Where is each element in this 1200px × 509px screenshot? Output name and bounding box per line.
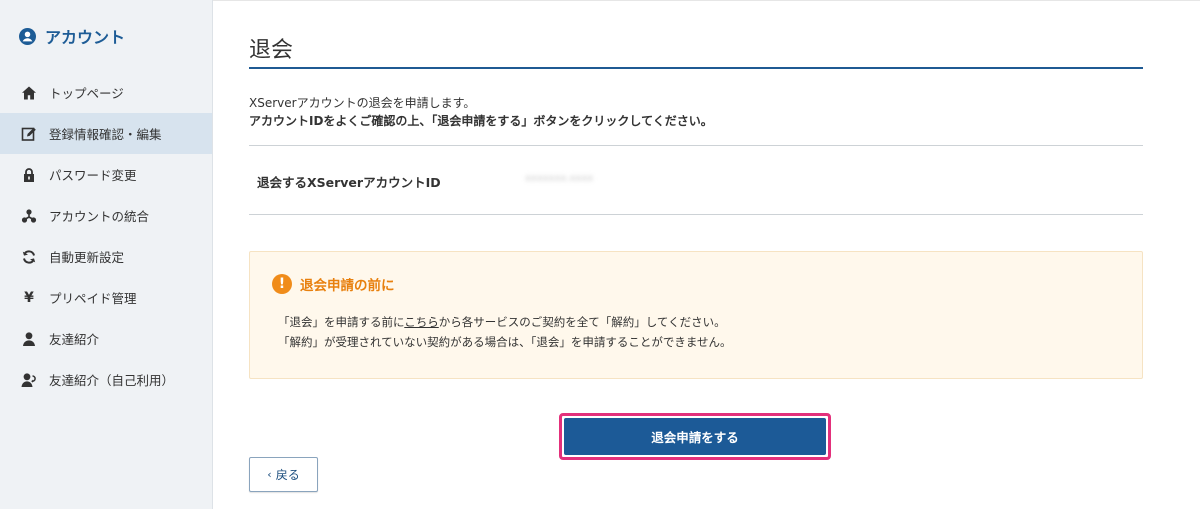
sidebar-item-label: 友達紹介（自己利用） [49, 373, 175, 388]
sidebar-item-label: アカウントの統合 [49, 209, 150, 224]
sidebar-item-auto-renew[interactable]: 自動更新設定 [0, 236, 212, 277]
sidebar: アカウント トップページ 登録情報確認・編集 パスワード変更 アカウントの統合 [0, 0, 213, 509]
sidebar-item-profile[interactable]: 登録情報確認・編集 [0, 113, 212, 154]
notice-body: 「退会」を申請する前にこちらから各サービスのご契約を全て「解約」してください。 … [278, 312, 732, 352]
main-content: 退会 XServerアカウントの退会を申請します。 アカウントIDをよくご確認の… [213, 0, 1200, 509]
user-return-icon [21, 372, 37, 388]
user-icon [21, 331, 37, 347]
account-id-row: 退会するXServerアカウントID xxxxxxx.xxxx [249, 145, 1143, 215]
notice-line-1-before: 「退会」を申請する前に [278, 315, 405, 329]
sidebar-item-label: 自動更新設定 [49, 250, 125, 265]
submit-highlight: 退会申請をする [559, 413, 831, 460]
sidebar-item-label: トップページ [49, 86, 124, 101]
refresh-icon [21, 249, 37, 265]
contracts-link[interactable]: こちら [404, 315, 439, 329]
app: アカウント トップページ 登録情報確認・編集 パスワード変更 アカウントの統合 [0, 0, 1200, 509]
sidebar-item-prepaid[interactable]: ¥ プリペイド管理 [0, 277, 212, 318]
sidebar-item-label: 登録情報確認・編集 [49, 127, 162, 142]
lock-icon [21, 167, 37, 183]
sidebar-item-referral-self[interactable]: 友達紹介（自己利用） [0, 359, 212, 400]
notice-line-2: 「解約」が受理されていない契約がある場合は、「退会」を申請することができません。 [278, 335, 732, 349]
home-icon [21, 85, 37, 101]
account-id-label: 退会するXServerアカウントID [257, 175, 441, 190]
intro-text: XServerアカウントの退会を申請します。 アカウントIDをよくご確認の上、「… [249, 94, 713, 130]
account-id-value: xxxxxxx.xxxx [525, 173, 594, 184]
sidebar-header: アカウント [0, 0, 212, 72]
sidebar-item-top[interactable]: トップページ [0, 72, 212, 113]
top-divider [213, 0, 1200, 1]
edit-icon [21, 126, 37, 142]
sidebar-item-referral[interactable]: 友達紹介 [0, 318, 212, 359]
sidebar-item-label: パスワード変更 [49, 168, 137, 183]
sidebar-item-label: プリペイド管理 [49, 291, 137, 306]
merge-icon [21, 208, 37, 224]
notice-heading: ! 退会申請の前に [272, 274, 395, 294]
notice-line-1: 「退会」を申請する前にこちらから各サービスのご契約を全て「解約」してください。 [278, 312, 732, 332]
warning-icon: ! [272, 274, 292, 294]
notice-line-1-after: から各サービスのご契約を全て「解約」してください。 [438, 315, 726, 329]
back-button[interactable]: ‹ 戻る [249, 457, 318, 492]
sidebar-title: アカウント [45, 28, 126, 47]
withdraw-submit-button[interactable]: 退会申請をする [564, 418, 826, 455]
intro-line-2: アカウントIDをよくご確認の上、「退会申請をする」ボタンをクリックしてください。 [249, 114, 713, 128]
sidebar-item-merge[interactable]: アカウントの統合 [0, 195, 212, 236]
back-button-label: 戻る [275, 468, 300, 482]
sidebar-item-label: 友達紹介 [49, 332, 100, 347]
notice-heading-text: 退会申請の前に [300, 278, 395, 294]
yen-icon: ¥ [24, 289, 34, 306]
warning-notice: ! 退会申請の前に 「退会」を申請する前にこちらから各サービスのご契約を全て「解… [249, 251, 1143, 379]
title-divider [249, 67, 1143, 69]
chevron-left-icon: ‹ [267, 468, 272, 481]
intro-line-1: XServerアカウントの退会を申請します。 [249, 96, 476, 110]
account-icon [19, 27, 36, 45]
page-title: 退会 [249, 38, 294, 63]
sidebar-item-password[interactable]: パスワード変更 [0, 154, 212, 195]
